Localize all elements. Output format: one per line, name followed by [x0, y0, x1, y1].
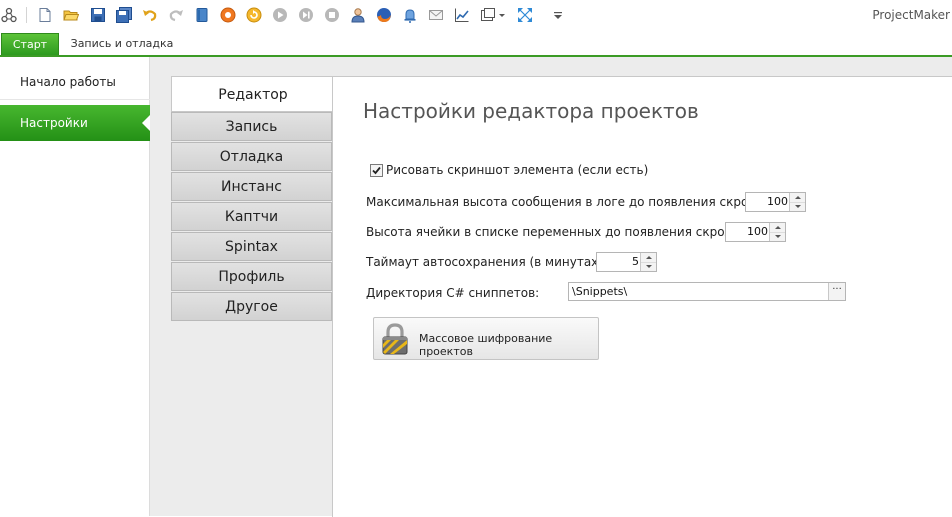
- new-file-icon[interactable]: [36, 6, 54, 24]
- fit-icon[interactable]: [516, 6, 534, 24]
- undo-icon[interactable]: [141, 6, 159, 24]
- quick-access-toolbar: ProjectMaker: [0, 0, 952, 32]
- snippets-dir-label: Директория C# сниппетов:: [366, 286, 540, 300]
- notebook-icon[interactable]: [193, 6, 211, 24]
- user-icon[interactable]: [349, 6, 367, 24]
- cell-height-value[interactable]: 100: [747, 225, 768, 238]
- nav-item-getting-started[interactable]: Начало работы: [0, 64, 150, 100]
- autosave-value[interactable]: 5: [632, 255, 639, 268]
- tab-debug[interactable]: Отладка: [171, 142, 332, 171]
- chevron-up-icon: [774, 226, 781, 229]
- page-title: Настройки редактора проектов: [363, 99, 699, 123]
- save-all-icon[interactable]: [115, 6, 133, 24]
- cell-height-stepper[interactable]: 100: [725, 222, 786, 242]
- chart-icon[interactable]: [453, 6, 471, 24]
- connections-icon[interactable]: [0, 6, 18, 24]
- step-icon[interactable]: [297, 6, 315, 24]
- tab-start[interactable]: Старт: [1, 33, 59, 55]
- refresh-icon[interactable]: [245, 6, 263, 24]
- lock-icon: [382, 323, 408, 355]
- toolbar-separator: [26, 7, 27, 23]
- editor-settings-panel: Настройки редактора проектов Рисовать ск…: [332, 76, 952, 517]
- mail-icon[interactable]: [427, 6, 445, 24]
- tab-spintax[interactable]: Spintax: [171, 232, 332, 261]
- selection-arrow-icon: [142, 115, 150, 131]
- decrement-button[interactable]: [641, 262, 656, 271]
- play-icon[interactable]: [271, 6, 289, 24]
- record-icon[interactable]: [219, 6, 237, 24]
- decrement-button[interactable]: [770, 232, 785, 241]
- chevron-up-icon: [645, 256, 652, 259]
- bell-icon[interactable]: [401, 6, 419, 24]
- decrement-button[interactable]: [790, 202, 805, 211]
- chevron-down-icon[interactable]: [497, 6, 507, 24]
- cell-height-label: Высота ячейки в списке переменных до поя…: [366, 225, 748, 239]
- snippets-dir-field[interactable]: \Snippets\ ···: [568, 282, 846, 301]
- nav-item-settings[interactable]: Настройки: [0, 105, 150, 141]
- chevron-down-icon: [794, 205, 801, 208]
- max-log-height-label: Максимальная высота сообщения в логе до …: [366, 195, 771, 209]
- ribbon-tabs: Старт Запись и отладка: [0, 32, 952, 57]
- chevron-down-icon: [774, 235, 781, 238]
- draw-screenshot-label: Рисовать скриншот элемента (если есть): [386, 163, 649, 177]
- tab-other[interactable]: Другое: [171, 292, 332, 321]
- window-icon[interactable]: [479, 6, 497, 24]
- app-title: ProjectMaker: [872, 8, 950, 22]
- snippets-dir-value[interactable]: \Snippets\: [572, 285, 627, 298]
- chevron-down-icon: [645, 265, 652, 268]
- tab-profile[interactable]: Профиль: [171, 262, 332, 291]
- mass-encrypt-button[interactable]: Массовое шифрование проектов: [373, 317, 599, 360]
- open-folder-icon[interactable]: [62, 6, 80, 24]
- tab-instance[interactable]: Инстанс: [171, 172, 332, 201]
- checkmark-icon: [372, 166, 381, 175]
- draw-screenshot-checkbox[interactable]: [370, 164, 383, 177]
- max-log-height-value[interactable]: 100: [767, 195, 788, 208]
- tab-record[interactable]: Запись: [171, 112, 332, 141]
- autosave-label: Таймаут автосохранения (в минутах):: [366, 255, 608, 269]
- settings-area: Редактор Запись Отладка Инстанс Каптчи S…: [150, 57, 952, 517]
- chevron-up-icon: [794, 196, 801, 199]
- redo-icon[interactable]: [167, 6, 185, 24]
- firefox-icon[interactable]: [375, 6, 393, 24]
- tab-captcha[interactable]: Каптчи: [171, 202, 332, 231]
- stop-icon[interactable]: [323, 6, 341, 24]
- max-log-height-stepper[interactable]: 100: [745, 192, 806, 212]
- customize-icon[interactable]: [552, 6, 564, 24]
- tab-editor[interactable]: Редактор: [171, 76, 334, 112]
- save-icon[interactable]: [89, 6, 107, 24]
- autosave-stepper[interactable]: 5: [596, 252, 657, 272]
- tab-record-debug[interactable]: Запись и отладка: [64, 33, 180, 55]
- browse-button[interactable]: ···: [828, 283, 845, 300]
- left-navigation: Начало работы Настройки: [0, 57, 150, 516]
- mass-encrypt-label: Массовое шифрование проектов: [419, 332, 553, 358]
